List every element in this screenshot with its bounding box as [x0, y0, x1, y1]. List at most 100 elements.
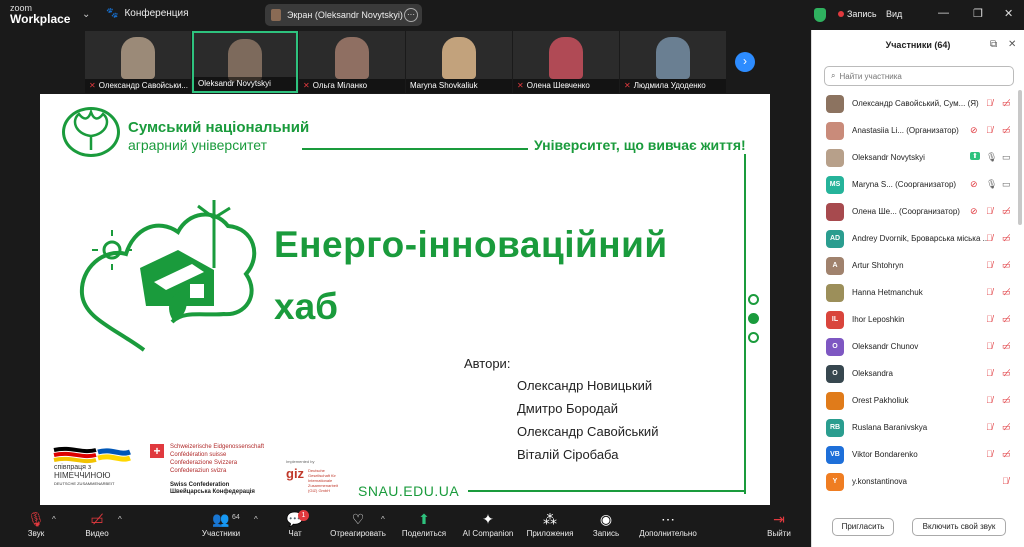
audio-options-icon[interactable]: ^ — [52, 515, 56, 524]
dot-outline — [748, 294, 759, 305]
author-4: Віталій Сіробаба — [517, 447, 619, 462]
participant-row[interactable]: RB Ruslana Baranivskya 🎙̸ ▭̸ — [812, 414, 1017, 441]
search-input[interactable] — [839, 71, 1000, 81]
participant-name: Ihor Leposhkin — [852, 315, 905, 324]
participant-name: Andrey Dvornik, Броварська міська ... — [852, 234, 987, 243]
react-options-icon[interactable]: ^ — [381, 515, 385, 524]
react-button[interactable]: ♡ Отреагировать — [328, 509, 388, 538]
slide-dots-decoration — [748, 294, 759, 351]
panel-close-icon[interactable]: ✕ — [1008, 39, 1016, 50]
panel-scrollbar[interactable] — [1018, 90, 1022, 225]
video-tile[interactable]: ✕ Олександр Савойськи... — [85, 31, 191, 93]
participant-row[interactable]: A Artur Shtohryn 🎙̸ ▭̸ — [812, 252, 1017, 279]
chevron-down-icon[interactable]: ⌄ — [82, 9, 90, 20]
tile-name: Олександр Савойськи... — [98, 81, 188, 90]
view-button[interactable]: Вид — [886, 9, 902, 19]
screen-share-pill[interactable]: Экран (Oleksandr Novytskyi) ··· — [265, 4, 422, 26]
avatar: IL — [826, 310, 844, 329]
avatar — [826, 391, 844, 410]
participant-row[interactable]: Anastasiia Li... (Организатор) ⊘ 🎙̸ ▭̸ — [812, 117, 1017, 144]
participant-row[interactable]: AD Andrey Dvornik, Броварська міська ... 🎙… — [812, 225, 1017, 252]
sound-off-icon: ⊘ — [970, 179, 978, 189]
video-tile[interactable]: Oleksandr Novytskyi — [192, 31, 298, 93]
record-dot-icon — [838, 11, 844, 17]
video-label: Видео — [85, 529, 109, 538]
avatar: O — [826, 337, 844, 356]
avatar: VB — [826, 445, 844, 464]
participant-row[interactable]: Олена Ше... (Соорганизатор) ⊘ 🎙̸ ▭̸ — [812, 198, 1017, 225]
swiss-cross-icon: + — [150, 444, 164, 458]
leave-button[interactable]: ⇥ Выйти — [749, 509, 809, 538]
avatar — [826, 148, 844, 167]
participant-name: Oleksandra — [852, 369, 893, 378]
screen-share-label: Экран (Oleksandr Novytskyi) — [287, 10, 403, 20]
mic-off-icon: 🎙̸ — [986, 287, 993, 297]
mic-off-icon: ✕ — [624, 81, 631, 90]
participant-row[interactable]: Олександр Савойський, Сум... (Я) 🎙̸ ▭̸ — [812, 90, 1017, 117]
minimize-icon[interactable]: — — [938, 7, 949, 19]
apps-button[interactable]: ⁂ Приложения — [520, 509, 580, 538]
participant-row[interactable]: VB Viktor Bondarenko 🎙̸ ▭̸ — [812, 441, 1017, 468]
encryption-shield-icon[interactable] — [814, 8, 826, 22]
recording-indicator[interactable]: Запись — [838, 9, 877, 19]
sparkle-icon: ✦ — [482, 511, 494, 527]
participant-row[interactable]: O Oleksandr Chunov 🎙̸ ▭̸ — [812, 333, 1017, 360]
share-button[interactable]: ⬆ Поделиться — [394, 509, 454, 538]
video-options-icon[interactable]: ^ — [118, 515, 122, 524]
right-frame-line — [744, 154, 746, 494]
video-off-icon: ▭̸ — [1002, 314, 1011, 324]
participant-list: Олександр Савойський, Сум... (Я) 🎙̸ ▭̸ Anas… — [812, 90, 1017, 495]
close-icon[interactable]: ✕ — [1004, 7, 1013, 20]
participants-button[interactable]: 👥 Участники — [191, 509, 251, 538]
author-1: Олександр Новицький — [517, 378, 653, 393]
university-logo — [62, 107, 120, 157]
more-icon[interactable]: ··· — [404, 8, 418, 22]
pop-out-icon[interactable]: ⧉ — [990, 39, 997, 50]
participant-name: Oleksandr Chunov — [852, 342, 919, 351]
participant-row[interactable]: Orest Pakholiuk 🎙̸ ▭̸ — [812, 387, 1017, 414]
chat-button[interactable]: 💬 Чат — [265, 509, 325, 538]
participant-name: Ruslana Baranivskya — [852, 423, 928, 432]
more-button[interactable]: ⋯ Дополнительно — [638, 509, 698, 538]
video-tile[interactable]: ✕ Людмила Удоденко — [620, 31, 726, 93]
participant-row[interactable]: O Oleksandra 🎙̸ ▭̸ — [812, 360, 1017, 387]
share-icon: ⬆ — [970, 152, 980, 160]
ai-companion-button[interactable]: ✦ AI Companion — [458, 509, 518, 538]
participant-video — [442, 37, 476, 79]
participant-search[interactable]: ⌕ — [824, 66, 1014, 86]
next-page-icon[interactable]: › — [735, 52, 755, 72]
tile-name: Олена Шевченко — [526, 81, 590, 90]
tile-name: Ольга Міланко — [312, 81, 368, 90]
swiss-line3: Confederazione Svizzera — [170, 460, 238, 466]
audio-button[interactable]: 🎙 Звук — [6, 509, 66, 538]
record-button[interactable]: ◉ Запись — [576, 509, 636, 538]
avatar — [826, 202, 844, 221]
mic-off-icon: 🎙̸ — [986, 233, 993, 243]
header-divider — [302, 148, 528, 150]
video-icon: ▭ — [1002, 152, 1011, 162]
participants-label: Участники — [201, 529, 241, 538]
video-tile[interactable]: Maryna Shovkaliuk — [406, 31, 512, 93]
unmute-self-button[interactable]: Включить свой звук — [912, 518, 1006, 536]
participant-row[interactable]: Hanna Hetmanchuk 🎙̸ ▭̸ — [812, 279, 1017, 306]
participant-name: Anastasiia Li... (Организатор) — [852, 126, 959, 135]
meeting-info[interactable]: 🐾 Конференция — [106, 8, 189, 19]
sound-off-icon: ⊘ — [970, 125, 978, 135]
video-off-icon: ▭̸ — [1002, 125, 1011, 135]
sound-off-icon: ⊘ — [970, 206, 978, 216]
video-off-icon: ▭̸ — [1002, 395, 1011, 405]
participant-video — [228, 39, 262, 81]
shared-slide: Сумський національний аграрний університ… — [40, 94, 770, 505]
mic-off-icon: 🎙̸ — [986, 98, 993, 108]
participant-row[interactable]: MS Maryna S... (Соорганизатор) ⊘ 🎙 ▭ — [812, 171, 1017, 198]
participants-options-icon[interactable]: ^ — [254, 515, 258, 524]
invite-button[interactable]: Пригласить — [832, 518, 894, 536]
video-tile[interactable]: ✕ Ольга Міланко — [299, 31, 405, 93]
participant-row[interactable]: Oleksandr Novytskyi ⬆ 🎙 ▭ — [812, 144, 1017, 171]
restore-icon[interactable]: ❐ — [973, 7, 983, 20]
participant-row[interactable]: Yy.konstantinova 🎙̸ — [812, 468, 1017, 495]
avatar: MS — [826, 175, 844, 194]
participant-row[interactable]: IL Ihor Leposhkin 🎙̸ ▭̸ — [812, 306, 1017, 333]
react-label: Отреагировать — [330, 529, 386, 538]
video-tile[interactable]: ✕ Олена Шевченко — [513, 31, 619, 93]
